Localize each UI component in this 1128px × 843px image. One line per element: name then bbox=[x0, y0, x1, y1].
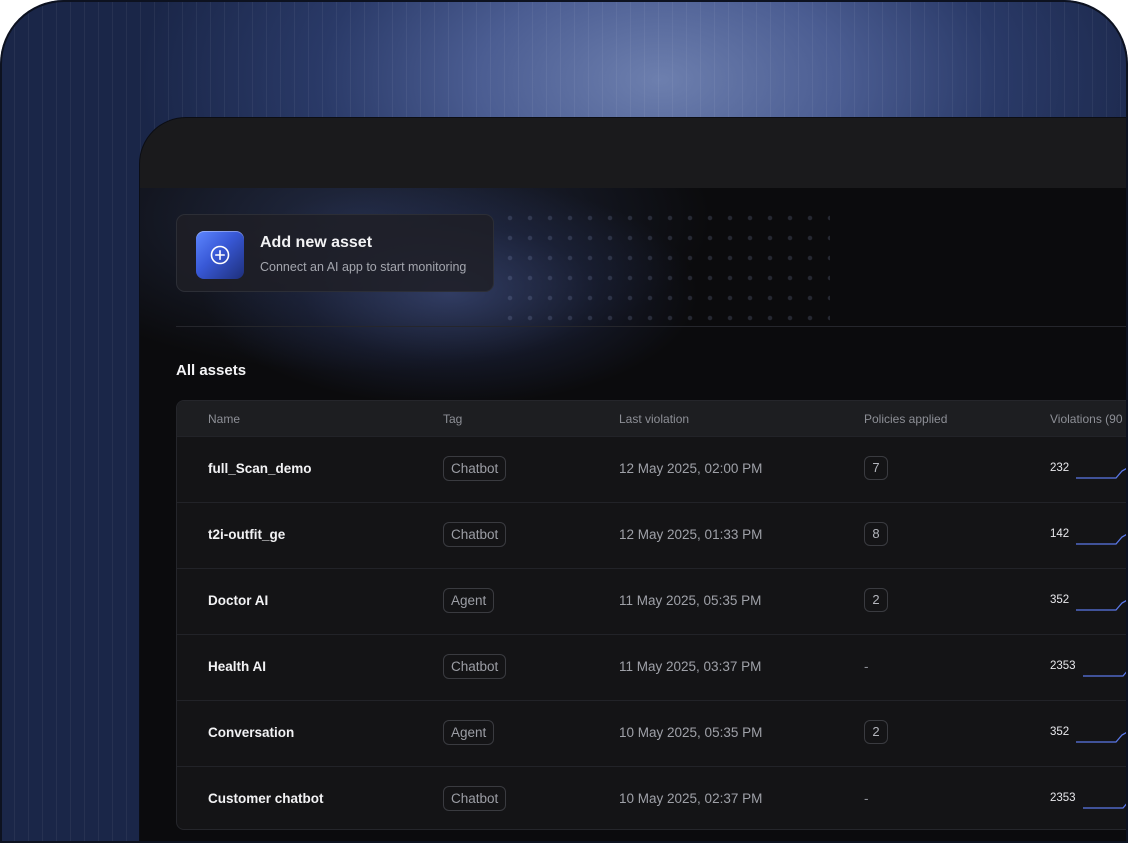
app-window: Add new asset Connect an AI app to start… bbox=[140, 118, 1128, 843]
asset-tag-badge: Chatbot bbox=[443, 654, 507, 679]
add-asset-subtitle: Connect an AI app to start monitoring bbox=[260, 260, 467, 274]
last-violation-date: 11 May 2025, 05:35 PM bbox=[619, 593, 762, 608]
violations-count: 232 bbox=[1050, 462, 1070, 474]
table-row[interactable]: full_Scan_demo Chatbot 12 May 2025, 02:00 … bbox=[177, 436, 1128, 503]
column-header-last-violation[interactable]: Last violation bbox=[619, 412, 689, 426]
top-bar bbox=[140, 118, 1128, 189]
assets-table: Name Tag Last violation Policies applied… bbox=[176, 400, 1128, 830]
main-content: Add new asset Connect an AI app to start… bbox=[140, 188, 1128, 843]
asset-name: Customer chatbot bbox=[208, 791, 324, 806]
add-asset-icon-tile bbox=[196, 231, 244, 279]
last-violation-date: 12 May 2025, 02:00 PM bbox=[619, 461, 763, 476]
add-asset-title: Add new asset bbox=[260, 234, 373, 251]
asset-name: Conversation bbox=[208, 725, 295, 740]
device-frame: Add new asset Connect an AI app to start… bbox=[0, 0, 1128, 843]
last-violation-date: 12 May 2025, 01:33 PM bbox=[619, 527, 763, 542]
violations-sparkline bbox=[1083, 669, 1128, 677]
table-row[interactable]: Conversation Agent 10 May 2025, 05:35 PM 2 3… bbox=[177, 700, 1128, 767]
table-row[interactable]: Doctor AI Agent 11 May 2025, 05:35 PM 2 352 bbox=[177, 568, 1128, 635]
column-header-name[interactable]: Name bbox=[208, 412, 240, 426]
policies-applied-empty: - bbox=[864, 791, 869, 806]
asset-tag-badge: Chatbot bbox=[443, 456, 507, 481]
violations-sparkline bbox=[1076, 466, 1128, 479]
section-divider bbox=[176, 326, 1128, 327]
table-row[interactable]: Health AI Chatbot 11 May 2025, 03:37 PM - 23… bbox=[177, 634, 1128, 701]
last-violation-date: 11 May 2025, 03:37 PM bbox=[619, 659, 762, 674]
table-row[interactable]: Customer chatbot Chatbot 10 May 2025, 02:3… bbox=[177, 766, 1128, 829]
violations-count: 142 bbox=[1050, 528, 1070, 540]
column-header-violations[interactable]: Violations (90 bbox=[1050, 412, 1123, 426]
violations-sparkline bbox=[1083, 801, 1128, 809]
asset-name: full_Scan_demo bbox=[208, 461, 312, 476]
violations-count: 352 bbox=[1050, 726, 1070, 738]
policies-applied-badge: 2 bbox=[864, 720, 888, 744]
policies-applied-badge: 8 bbox=[864, 522, 888, 546]
asset-name: Doctor AI bbox=[208, 593, 269, 608]
plus-circle-icon bbox=[210, 245, 230, 265]
policies-applied-badge: 2 bbox=[864, 588, 888, 612]
last-violation-date: 10 May 2025, 02:37 PM bbox=[619, 791, 763, 806]
policies-applied-empty: - bbox=[864, 659, 869, 674]
asset-name: Health AI bbox=[208, 659, 267, 674]
asset-tag-badge: Chatbot bbox=[443, 786, 507, 811]
decorative-dot-grid bbox=[500, 208, 830, 328]
violations-count: 352 bbox=[1050, 594, 1070, 606]
violations-sparkline bbox=[1076, 730, 1128, 743]
last-violation-date: 10 May 2025, 05:35 PM bbox=[619, 725, 763, 740]
violations-count: 2353 bbox=[1050, 792, 1076, 804]
table-header: Name Tag Last violation Policies applied… bbox=[177, 401, 1128, 436]
asset-tag-badge: Agent bbox=[443, 588, 495, 613]
column-header-tag[interactable]: Tag bbox=[443, 412, 462, 426]
violations-sparkline bbox=[1076, 598, 1128, 611]
table-row[interactable]: t2i-outfit_ge Chatbot 12 May 2025, 01:33 P… bbox=[177, 502, 1128, 569]
asset-name: t2i-outfit_ge bbox=[208, 527, 286, 542]
add-new-asset-card[interactable]: Add new asset Connect an AI app to start… bbox=[176, 214, 494, 292]
asset-tag-badge: Agent bbox=[443, 720, 495, 745]
policies-applied-badge: 7 bbox=[864, 456, 888, 480]
asset-tag-badge: Chatbot bbox=[443, 522, 507, 547]
violations-sparkline bbox=[1076, 532, 1128, 545]
violations-count: 2353 bbox=[1050, 660, 1076, 672]
all-assets-heading: All assets bbox=[176, 362, 247, 379]
column-header-policies-applied[interactable]: Policies applied bbox=[864, 412, 947, 426]
